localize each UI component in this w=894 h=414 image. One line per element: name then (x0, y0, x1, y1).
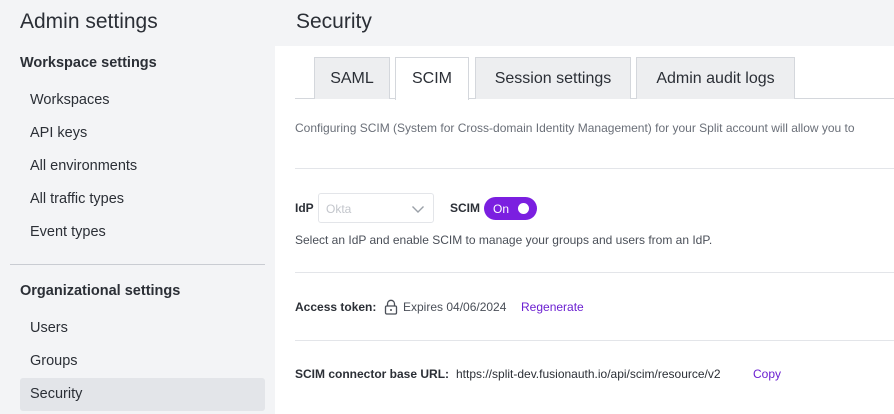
sidebar: Admin settings Workspace settings Worksp… (0, 0, 275, 414)
token-expiry: Expires 04/06/2024 (403, 300, 507, 314)
organizational-settings-heading: Organizational settings (20, 283, 181, 299)
scim-toggle-label: On (493, 202, 510, 216)
sidebar-item-workspaces[interactable]: Workspaces (20, 84, 265, 117)
section-divider (295, 272, 894, 273)
scim-intro-text: Configuring SCIM (System for Cross-domai… (295, 121, 855, 135)
sidebar-item-api-keys[interactable]: API keys (20, 117, 265, 150)
sidebar-item-groups[interactable]: Groups (20, 345, 265, 378)
copy-link[interactable]: Copy (753, 367, 781, 381)
base-url-label: SCIM connector base URL: (295, 367, 450, 381)
sidebar-item-all-environments[interactable]: All environments (20, 150, 265, 183)
scim-help-text: Select an IdP and enable SCIM to manage … (295, 233, 713, 247)
page-header: Security (275, 0, 894, 46)
tab-session-settings[interactable]: Session settings (475, 57, 631, 99)
section-divider (295, 340, 894, 341)
page-title: Security (296, 10, 372, 33)
sidebar-item-event-types[interactable]: Event types (20, 216, 265, 249)
scim-toggle[interactable]: On (484, 197, 537, 220)
sidebar-divider (10, 264, 265, 265)
idp-select[interactable]: Okta (318, 193, 434, 223)
tab-bar: SAML SCIM Session settings Admin audit l… (295, 57, 894, 100)
tab-scim[interactable]: SCIM (395, 57, 469, 100)
regenerate-link[interactable]: Regenerate (521, 300, 584, 314)
idp-select-value: Okta (326, 202, 352, 216)
lock-icon (384, 299, 398, 315)
access-token-label: Access token: (295, 300, 377, 314)
base-url-value: https://split-dev.fusionauth.io/api/scim… (456, 367, 721, 381)
idp-label: IdP (295, 201, 314, 215)
sidebar-title: Admin settings (20, 10, 158, 33)
sidebar-item-all-traffic-types[interactable]: All traffic types (20, 183, 265, 216)
chevron-down-icon (412, 206, 424, 213)
sidebar-item-security[interactable]: Security (20, 378, 265, 411)
scim-label: SCIM (450, 201, 480, 215)
section-divider (295, 168, 894, 169)
toggle-knob (518, 203, 529, 214)
tab-admin-audit-logs[interactable]: Admin audit logs (636, 57, 795, 99)
sidebar-item-users[interactable]: Users (20, 312, 265, 345)
tab-saml[interactable]: SAML (314, 57, 390, 99)
workspace-settings-heading: Workspace settings (20, 55, 157, 71)
